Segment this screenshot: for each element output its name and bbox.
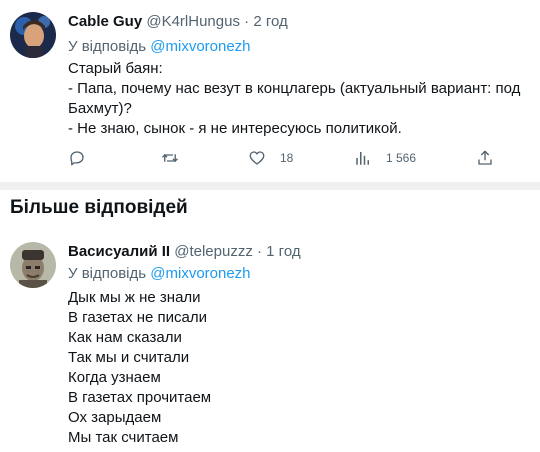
like-count: 18 (280, 151, 294, 165)
reply-button[interactable] (68, 146, 86, 170)
avatar[interactable] (10, 242, 56, 288)
tweet-text-line: В газетах не писали (68, 309, 208, 326)
avatar-image (10, 242, 56, 288)
reply-context: У відповідь @mixvoronezh (68, 38, 251, 55)
author-name[interactable]: Cable Guy (68, 13, 142, 30)
reply-prefix: У відповідь (68, 38, 147, 55)
section-divider (0, 182, 540, 190)
tweet-header: Васисуалий II @telepuzzz · 1 год (68, 243, 301, 260)
views-button[interactable]: 1 566 (354, 146, 416, 170)
author-handle[interactable]: @telepuzzz (174, 243, 253, 260)
avatar-image (10, 12, 56, 58)
avatar[interactable] (10, 12, 56, 58)
share-button[interactable] (476, 146, 494, 170)
separator-dot: · (244, 13, 250, 30)
timestamp[interactable]: 2 год (253, 13, 287, 30)
tweet-text-line: Бахмут)? (68, 100, 132, 117)
tweet-text-line: - Не знаю, сынок - я не интересуюсь поли… (68, 120, 402, 137)
like-button[interactable]: 18 (248, 146, 293, 170)
retweet-icon (162, 154, 178, 162)
author-handle[interactable]: @K4rlHungus (146, 13, 240, 30)
author-name[interactable]: Васисуалий II (68, 243, 170, 260)
views-count: 1 566 (386, 151, 417, 165)
tweet-text-line: - Папа, почему нас везут в концлагерь (а… (68, 80, 521, 97)
tweet-text-line: Когда узнаем (68, 369, 161, 386)
tweet-vasisualiy[interactable]: Васисуалий II @telepuzzz · 1 год У відпо… (0, 236, 540, 452)
reply-icon (70, 151, 84, 166)
tweet-actions: 18 1 566 (0, 146, 540, 170)
reply-prefix: У відповідь (68, 265, 147, 282)
reply-context: У відповідь @mixvoronezh (68, 265, 251, 282)
tweet-header: Cable Guy @K4rlHungus · 2 год (68, 13, 288, 30)
tweet-text-line: Дык мы ж не знали (68, 289, 201, 306)
more-replies-heading: Більше відповідей (10, 197, 188, 218)
reply-mention-link[interactable]: @mixvoronezh (150, 38, 250, 55)
tweet-text-line: В газетах прочитаем (68, 389, 212, 406)
tweet-text-line: Старый баян: (68, 60, 163, 77)
tweet-cable-guy[interactable]: Cable Guy @K4rlHungus · 2 год У відповід… (0, 0, 540, 182)
reply-mention-link[interactable]: @mixvoronezh (150, 265, 250, 282)
share-icon (478, 150, 492, 165)
like-icon (249, 151, 265, 165)
tweet-text-line: Как нам сказали (68, 329, 182, 346)
retweet-button[interactable] (160, 146, 180, 170)
timestamp[interactable]: 1 год (266, 243, 300, 260)
views-icon (356, 152, 369, 165)
tweet-text-line: Ох зарыдаем (68, 409, 162, 426)
separator-dot: · (257, 243, 262, 260)
tweet-text-line: Так мы и считали (68, 349, 190, 366)
tweet-text-line: Мы так считаем (68, 429, 179, 446)
